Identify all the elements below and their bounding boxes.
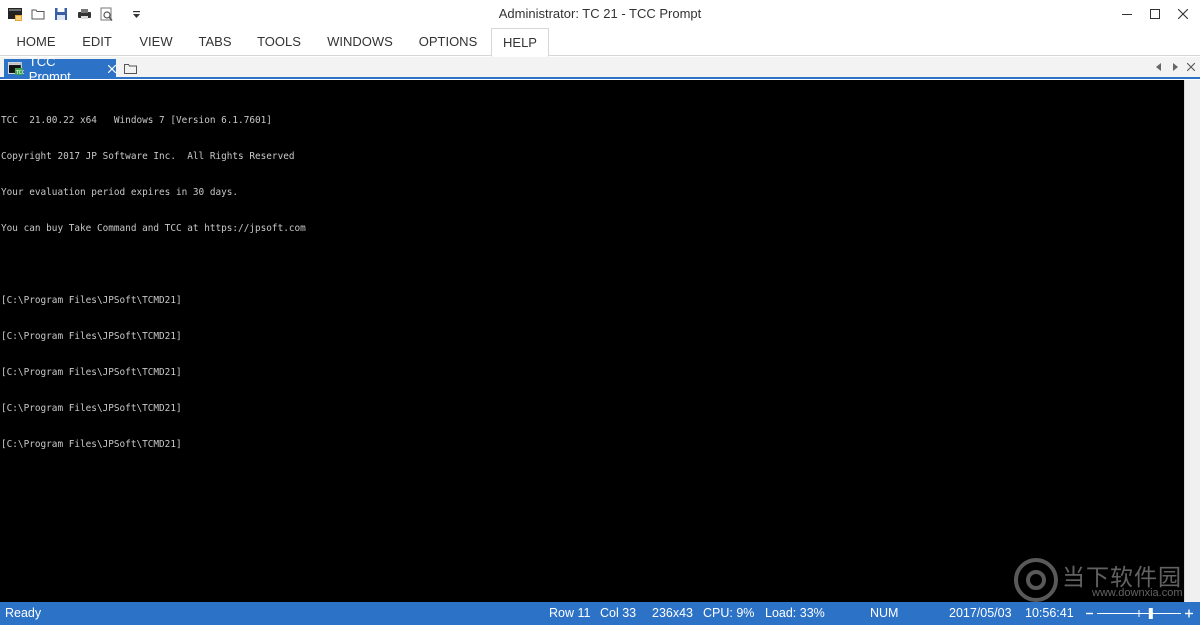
console-line: Your evaluation period expires in 30 day… bbox=[1, 187, 239, 198]
vertical-scrollbar[interactable] bbox=[1184, 80, 1200, 602]
console-line: [C:\Program Files\JPSoft\TCMD21] bbox=[1, 367, 182, 378]
window-title: Administrator: TC 21 - TCC Prompt bbox=[498, 6, 702, 21]
console-tab-icon: TCC bbox=[8, 62, 24, 76]
tab-help[interactable]: HELP bbox=[491, 28, 549, 57]
tab-scroll-left-button[interactable] bbox=[1152, 60, 1166, 74]
console-line: Copyright 2017 JP Software Inc. All Righ… bbox=[1, 151, 295, 162]
close-icon bbox=[1187, 63, 1195, 71]
document-tab-bar: TCC TCC Prompt bbox=[0, 54, 1200, 84]
console-line: [C:\Program Files\JPSoft\TCMD21] bbox=[1, 295, 182, 306]
tab-view[interactable]: VIEW bbox=[133, 28, 179, 56]
status-col: Col 33 bbox=[600, 606, 637, 620]
tab-close-icon[interactable] bbox=[108, 65, 116, 73]
chevron-left-icon bbox=[1156, 63, 1161, 71]
tab-scroll-right-button[interactable] bbox=[1168, 60, 1182, 74]
ribbon-tabs: HOME EDIT VIEW TABS TOOLS WINDOWS OPTION… bbox=[0, 28, 1200, 57]
tab-home[interactable]: HOME bbox=[10, 28, 62, 56]
console-line: TCC 21.00.22 x64 Windows 7 [Version 6.1.… bbox=[1, 115, 272, 126]
status-num: NUM bbox=[870, 606, 899, 620]
zoom-thumb[interactable] bbox=[1148, 608, 1153, 619]
console-output[interactable]: TCC 21.00.22 x64 Windows 7 [Version 6.1.… bbox=[0, 80, 1184, 602]
zoom-slider[interactable] bbox=[1085, 607, 1195, 620]
status-size: 236x43 bbox=[652, 606, 694, 620]
tab-tools[interactable]: TOOLS bbox=[251, 28, 307, 56]
minimize-icon bbox=[1122, 14, 1132, 15]
tab-edit[interactable]: EDIT bbox=[75, 28, 119, 56]
chevron-right-icon bbox=[1173, 63, 1178, 71]
console-line: [C:\Program Files\JPSoft\TCMD21] bbox=[1, 331, 182, 342]
console-line: [C:\Program Files\JPSoft\TCMD21] bbox=[1, 403, 182, 414]
status-time: 10:56:41 bbox=[1025, 606, 1074, 620]
tab-close-all-button[interactable] bbox=[1184, 60, 1198, 74]
close-button[interactable] bbox=[1166, 0, 1200, 28]
doc-tab-tcc-prompt[interactable]: TCC TCC Prompt bbox=[4, 54, 116, 84]
console-line: [C:\Program Files\JPSoft\TCMD21] bbox=[1, 439, 182, 450]
svg-text:TCC: TCC bbox=[15, 70, 24, 76]
tab-tabs[interactable]: TABS bbox=[193, 28, 237, 56]
status-cpu: CPU: 9% bbox=[703, 606, 755, 620]
console-line: You can buy Take Command and TCC at http… bbox=[1, 223, 306, 234]
status-row: Row 11 bbox=[549, 606, 591, 620]
status-bar: Ready Row 11 Col 33 236x43 CPU: 9% Load:… bbox=[0, 602, 1200, 625]
close-icon bbox=[1178, 9, 1188, 19]
maximize-icon bbox=[1150, 9, 1160, 19]
title-bar: Administrator: TC 21 - TCC Prompt bbox=[0, 0, 1200, 28]
status-date: 2017/05/03 bbox=[949, 606, 1012, 620]
new-tab-folder-icon bbox=[123, 63, 137, 74]
new-tab-button[interactable] bbox=[122, 61, 138, 75]
status-ready: Ready bbox=[5, 606, 42, 620]
tab-windows[interactable]: WINDOWS bbox=[321, 28, 399, 56]
status-load: Load: 33% bbox=[765, 606, 825, 620]
tab-options[interactable]: OPTIONS bbox=[413, 28, 483, 56]
